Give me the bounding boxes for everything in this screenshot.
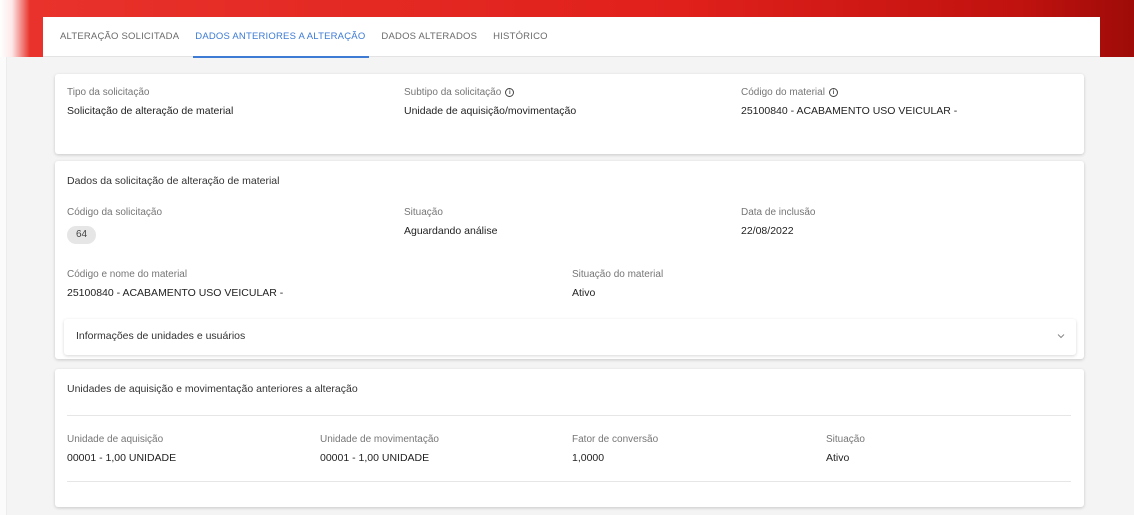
tab-alteracao-solicitada[interactable]: ALTERAÇÃO SOLICITADA xyxy=(60,17,179,57)
left-edge-strip xyxy=(0,57,7,515)
situacao-material-label: Situação do material xyxy=(572,269,664,280)
informacoes-unidades-expander[interactable]: Informações de unidades e usuários xyxy=(64,319,1076,355)
fator-conversao-value: 1,0000 xyxy=(572,452,605,464)
unidade-movimentacao-value: 00001 - 1,00 UNIDADE xyxy=(320,452,430,464)
codigo-material-label: Código do material i xyxy=(741,87,838,98)
situacao-label: Situação xyxy=(404,207,443,218)
unidades-bottom-divider xyxy=(67,481,1071,482)
tab-bar: ALTERAÇÃO SOLICITADA DADOS ANTERIORES A … xyxy=(43,17,1100,58)
data-inclusao-value: 22/08/2022 xyxy=(741,225,794,237)
dados-heading: Dados da solicitação de alteração de mat… xyxy=(67,175,280,187)
chevron-down-icon[interactable] xyxy=(1056,331,1066,341)
data-inclusao-label: Data de inclusão xyxy=(741,207,816,218)
fator-conversao-label: Fator de conversão xyxy=(572,434,659,445)
info-icon[interactable]: i xyxy=(505,88,515,97)
codigo-solicitacao-chip: 64 xyxy=(67,226,97,244)
situacao-material-value: Ativo xyxy=(572,287,596,299)
codigo-material-value: 25100840 - ACABAMENTO USO VEICULAR - xyxy=(741,105,958,117)
codigo-nome-material-value: 25100840 - ACABAMENTO USO VEICULAR - xyxy=(67,287,284,299)
main-panel: ALTERAÇÃO SOLICITADA DADOS ANTERIORES A … xyxy=(43,17,1100,515)
tab-historico[interactable]: HISTÓRICO xyxy=(493,17,548,57)
codigo-nome-material-label: Código e nome do material xyxy=(67,269,188,280)
unidades-card: Unidades de aquisição e movimentação ant… xyxy=(55,369,1084,507)
expander-title: Informações de unidades e usuários xyxy=(76,330,246,342)
tipo-value: Solicitação de alteração de material xyxy=(67,105,234,117)
unidade-aquisicao-value: 00001 - 1,00 UNIDADE xyxy=(67,452,177,464)
tab-dados-anteriores[interactable]: DADOS ANTERIORES A ALTERAÇÃO xyxy=(193,17,370,58)
unidade-aquisicao-label: Unidade de aquisição xyxy=(67,434,164,445)
unidade-movimentacao-label: Unidade de movimentação xyxy=(320,434,439,445)
unidades-heading: Unidades de aquisição e movimentação ant… xyxy=(67,383,358,395)
subtipo-value: Unidade de aquisição/movimentação xyxy=(404,105,577,117)
summary-card: Tipo da solicitação Solicitação de alter… xyxy=(55,74,1084,154)
situacao-value: Aguardando análise xyxy=(404,225,498,237)
tab-dados-alterados[interactable]: DADOS ALTERADOS xyxy=(381,17,477,57)
codigo-solicitacao-label: Código da solicitação xyxy=(67,207,163,218)
unidade-situacao-label: Situação xyxy=(826,434,865,445)
unidades-top-divider xyxy=(67,415,1071,416)
info-icon[interactable]: i xyxy=(828,88,838,97)
unidade-situacao-value: Ativo xyxy=(826,452,850,464)
subtipo-label: Subtipo da solicitação i xyxy=(404,87,515,98)
tipo-label: Tipo da solicitação xyxy=(67,87,150,98)
